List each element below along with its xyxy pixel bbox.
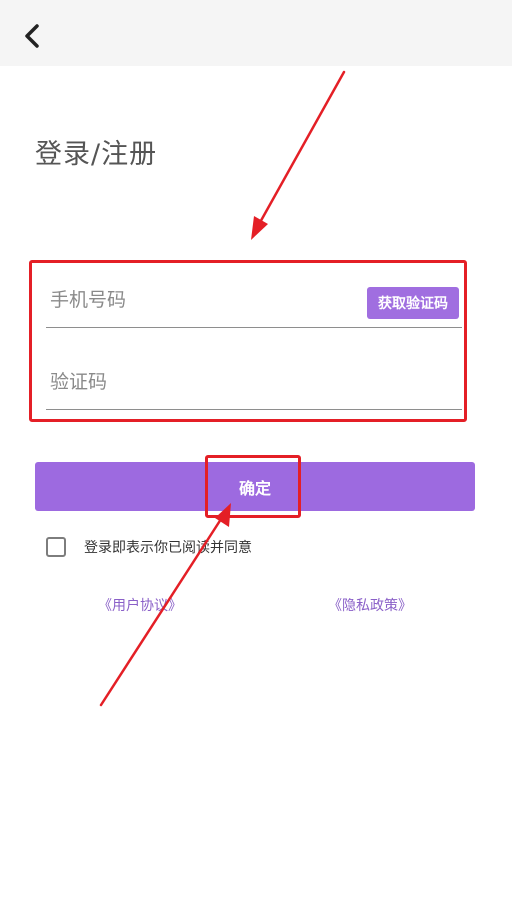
agreement-row: 登录即表示你已阅读并同意	[46, 536, 252, 558]
back-button[interactable]	[14, 18, 50, 54]
code-input[interactable]	[50, 366, 350, 398]
agreement-text: 登录即表示你已阅读并同意	[84, 540, 252, 556]
login-page: 登录/注册 获取验证码 确定 登录即表示你已阅读并同意 《用户协议》 《隐私政策…	[0, 0, 512, 900]
chevron-left-icon	[25, 24, 39, 48]
agreement-checkbox[interactable]	[46, 537, 66, 557]
annotation-arrow-top	[251, 70, 346, 240]
code-field	[46, 352, 462, 410]
get-code-button[interactable]: 获取验证码	[367, 287, 459, 319]
privacy-policy-link[interactable]: 《隐私政策》	[328, 595, 412, 615]
phone-field: 获取验证码	[46, 270, 462, 328]
page-title: 登录/注册	[35, 139, 158, 170]
phone-input[interactable]	[50, 284, 350, 316]
top-bar	[0, 0, 512, 66]
user-agreement-link[interactable]: 《用户协议》	[98, 595, 182, 615]
confirm-button[interactable]: 确定	[35, 462, 475, 511]
